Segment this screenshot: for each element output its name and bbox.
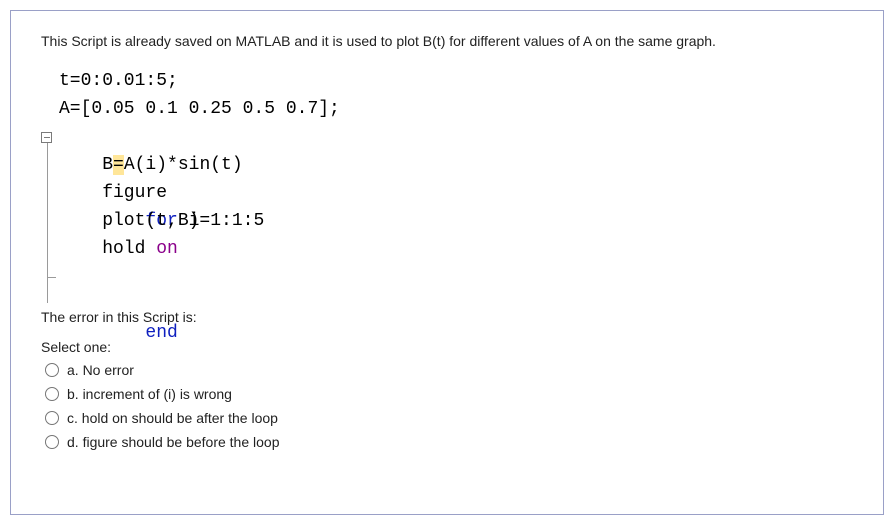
code-line-5: figure (59, 179, 853, 207)
radio-a[interactable] (45, 363, 59, 377)
options-list: a. No error b. increment of (i) is wrong… (41, 358, 853, 454)
viewport: This Script is already saved on MATLAB a… (0, 0, 894, 525)
code-text: A(i)*sin(t) (124, 155, 243, 175)
radio-b[interactable] (45, 387, 59, 401)
code-text: figure (59, 183, 167, 203)
code-line-6: plot(t,B) (59, 207, 853, 235)
code-text: hold (59, 239, 156, 259)
option-a[interactable]: a. No error (45, 358, 853, 382)
option-b-label[interactable]: b. increment of (i) is wrong (67, 386, 232, 402)
option-b[interactable]: b. increment of (i) is wrong (45, 382, 853, 406)
code-line-2: A=[0.05 0.1 0.25 0.5 0.7]; (59, 95, 853, 123)
code-line-1: t=0:0.01:5; (59, 67, 853, 95)
option-c[interactable]: c. hold on should be after the loop (45, 406, 853, 430)
option-d-label[interactable]: d. figure should be before the loop (67, 434, 280, 450)
question-intro: This Script is already saved on MATLAB a… (41, 33, 853, 49)
code-line-3: for i=1:1:5 (59, 123, 853, 151)
code-keyword-end: end (145, 323, 177, 343)
code-text: t=0:0.01:5; (59, 71, 178, 91)
radio-c[interactable] (45, 411, 59, 425)
radio-d[interactable] (45, 435, 59, 449)
fold-toggle-icon[interactable] (41, 132, 52, 143)
code-highlight: = (113, 155, 124, 175)
code-text: B (59, 155, 113, 175)
code-block: t=0:0.01:5; A=[0.05 0.1 0.25 0.5 0.7]; f… (59, 67, 853, 291)
code-string: on (156, 239, 178, 259)
fold-line-end (47, 277, 56, 278)
option-c-label[interactable]: c. hold on should be after the loop (67, 410, 278, 426)
fold-line (47, 143, 48, 303)
code-line-8: end (59, 263, 853, 291)
code-text: A=[0.05 0.1 0.25 0.5 0.7]; (59, 99, 340, 119)
code-line-4: B=A(i)*sin(t) (59, 151, 853, 179)
code-line-7: hold on (59, 235, 853, 263)
code-text: plot(t,B) (59, 211, 199, 231)
option-d[interactable]: d. figure should be before the loop (45, 430, 853, 454)
question-container: This Script is already saved on MATLAB a… (10, 10, 884, 515)
